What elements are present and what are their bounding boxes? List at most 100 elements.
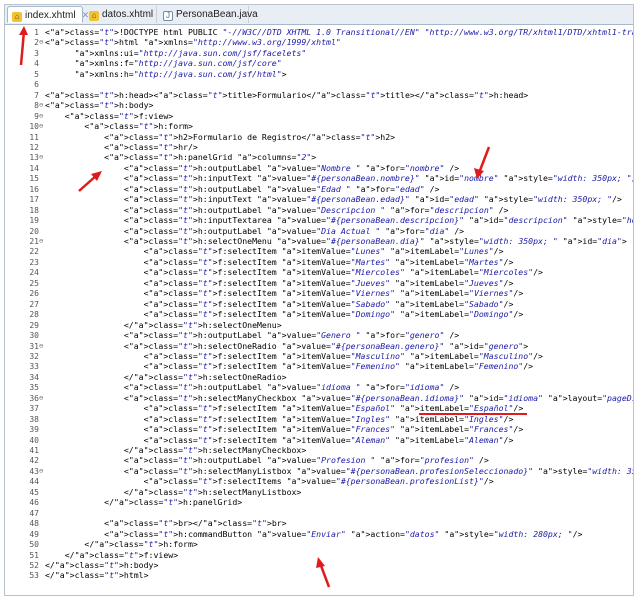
- fold-toggle-icon[interactable]: ⊖: [39, 393, 43, 404]
- code-line-text: <"a">class="t">h:form>: [45, 121, 193, 132]
- code-line-text: <"a">class="t">h:panelGrid "a">columns="…: [45, 152, 317, 163]
- line-number: 26: [29, 289, 39, 299]
- fold-toggle-icon[interactable]: ⊖: [39, 111, 43, 122]
- code-line-text: <"a">class="t">h:head><"a">class="t">tit…: [45, 89, 529, 100]
- line-number: 13: [29, 153, 39, 163]
- fold-toggle-icon[interactable]: ⊖: [39, 37, 43, 48]
- code-line-text: <"a">class="t">f:selectItem "a">itemValu…: [45, 413, 514, 424]
- code-line-text: </"a">class="t">h:selectManyCheckbox>: [45, 445, 307, 455]
- fold-toggle-icon[interactable]: ⊖: [39, 100, 43, 111]
- annotation-underline: [419, 413, 527, 415]
- fold-toggle-icon[interactable]: ⊖: [39, 466, 43, 477]
- fold-toggle-icon[interactable]: ⊖: [39, 121, 43, 132]
- tab-datos-xhtml[interactable]: ⌂ datos.xhtml: [85, 6, 157, 23]
- line-number: 6: [34, 80, 39, 90]
- line-number: 43: [29, 466, 39, 476]
- code-line-text: <"a">class="t">f:selectItem "a">itemValu…: [45, 256, 514, 267]
- line-number: 22: [29, 247, 39, 257]
- code-line-text: <"a">class="t">h:inputText "a">value="#{…: [45, 173, 633, 184]
- line-number: 20: [29, 226, 39, 236]
- code-line-text: <"a">class="t">h2>Formulario de Registro…: [45, 131, 396, 142]
- code-line-text: <"a">class="t">br></"a">class="t">br>: [45, 518, 287, 529]
- code-line-text: <"a">class="t">h:outputLabel "a">value="…: [45, 183, 440, 194]
- line-number: 52: [29, 560, 39, 570]
- line-number: 27: [29, 299, 39, 309]
- code-line-text: </"a">class="t">h:selectManyListbox>: [45, 486, 302, 497]
- tab-label: index.xhtml: [25, 10, 76, 21]
- code-line-text: <"a">class="t">h:inputText "a">value="#{…: [45, 194, 622, 205]
- code-line-text: <"a">class="t">f:selectItem "a">itemValu…: [45, 246, 504, 257]
- tab-personabean-java[interactable]: J PersonaBean.java: [159, 6, 258, 23]
- fold-toggle-icon[interactable]: ⊖: [39, 236, 43, 247]
- line-number: 15: [29, 174, 39, 184]
- code-line-text: <"a">class="t">h:outputLabel "a">value="…: [45, 455, 489, 466]
- line-number: 31: [29, 341, 39, 351]
- line-number: 25: [29, 278, 39, 288]
- line-number: 5: [34, 69, 39, 79]
- code-line-text: <"a">class="t">f:selectItems "a">value="…: [45, 476, 494, 487]
- line-number: 39: [29, 425, 39, 435]
- line-number: 8: [34, 101, 39, 111]
- code-text-area[interactable]: 1 <"a">class="t">!DOCTYPE html PUBLIC "-/…: [5, 27, 633, 595]
- tab-index-xhtml[interactable]: ⌂ index.xhtml ✕: [7, 6, 89, 23]
- line-number: 46: [29, 498, 39, 508]
- code-line-text: <"a">class="t">h:outputLabel "a">value="…: [45, 225, 465, 236]
- line-number: 30: [29, 331, 39, 341]
- line-number: 36: [29, 393, 39, 403]
- line-number: 47: [29, 508, 39, 518]
- code-line-text: <"a">class="t">f:selectItem "a">itemValu…: [45, 361, 534, 372]
- code-line-text: </"a">class="t">h:form>: [45, 539, 198, 550]
- tab-label: datos.xhtml: [102, 9, 154, 20]
- fold-toggle-icon[interactable]: ⊖: [39, 341, 43, 352]
- line-number: 10: [29, 122, 39, 132]
- line-number: 2: [34, 38, 39, 48]
- line-number: 44: [29, 477, 39, 487]
- line-number: 16: [29, 184, 39, 194]
- java-file-icon: J: [163, 11, 173, 21]
- line-number: 49: [29, 529, 39, 539]
- code-line-text: </"a">class="t">h:panelGrid>: [45, 497, 243, 508]
- line-number: 48: [29, 519, 39, 529]
- code-line-text: <"a">class="t">hr/>: [45, 141, 198, 152]
- code-line-text: </"a">class="t">h:body>: [45, 559, 159, 570]
- code-line-text: <"a">class="t">h:outputLabel "a">value="…: [45, 330, 460, 341]
- code-line-text: </"a">class="t">h:selectOneMenu>: [45, 319, 282, 330]
- line-number: 24: [29, 268, 39, 278]
- tab-label: PersonaBean.java: [176, 9, 258, 20]
- line-number: 42: [29, 456, 39, 466]
- code-line-text: <"a">class="t">h:outputLabel "a">value="…: [45, 382, 460, 393]
- line-number: 14: [29, 163, 39, 173]
- line-number: 37: [29, 404, 39, 414]
- code-line-text: <"a">class="t">h:selectManyCheckbox "a">…: [45, 392, 633, 403]
- code-line-text: <"a">class="t">f:selectItem "a">itemValu…: [45, 350, 543, 361]
- line-number: 45: [29, 487, 39, 497]
- xhtml-file-icon: ⌂: [12, 12, 22, 22]
- xhtml-file-icon: ⌂: [89, 11, 99, 21]
- code-line-text: <"a">class="t">f:selectItem "a">itemValu…: [45, 277, 514, 288]
- code-line-text: <"a">class="t">f:selectItem "a">itemValu…: [45, 424, 524, 435]
- line-number: 12: [29, 142, 39, 152]
- code-line-text: <"a">class="t">h:outputLabel "a">value="…: [45, 162, 460, 173]
- line-number: 3: [34, 48, 39, 58]
- line-number: 29: [29, 320, 39, 330]
- line-number: 41: [29, 446, 39, 455]
- line-number: 50: [29, 540, 39, 550]
- line-number: 23: [29, 257, 39, 267]
- code-line-text: <"a">class="t">html "a">xmlns="http://ww…: [45, 37, 341, 48]
- line-number: 17: [29, 195, 39, 205]
- line-number: 4: [34, 59, 39, 69]
- editor-tab-bar: ⌂ index.xhtml ✕ ⌂ datos.xhtml J PersonaBean.…: [5, 5, 633, 25]
- code-line-text: <"a">class="t">h:commandButton "a">value…: [45, 528, 583, 539]
- code-line-text: <"a">class="t">f:selectItem "a">itemValu…: [45, 309, 524, 320]
- line-number: 19: [29, 216, 39, 226]
- line-number: 35: [29, 383, 39, 393]
- line-number: 28: [29, 310, 39, 320]
- line-number: 9: [34, 111, 39, 121]
- fold-toggle-icon[interactable]: ⊖: [39, 152, 43, 163]
- code-line-text: <"a">class="t">h:outputLabel "a">value="…: [45, 204, 509, 215]
- code-line-text: <"a">class="t">h:selectManyListbox "a">v…: [45, 465, 633, 476]
- code-line-text: <"a">class="t">f:selectItem "a">itemValu…: [45, 298, 514, 309]
- line-number: 1: [34, 28, 39, 37]
- code-line-text: <"a">class="t">h:selectOneMenu "a">value…: [45, 236, 627, 246]
- code-line-text: <"a">class="t">h:selectOneRadio "a">valu…: [45, 340, 529, 351]
